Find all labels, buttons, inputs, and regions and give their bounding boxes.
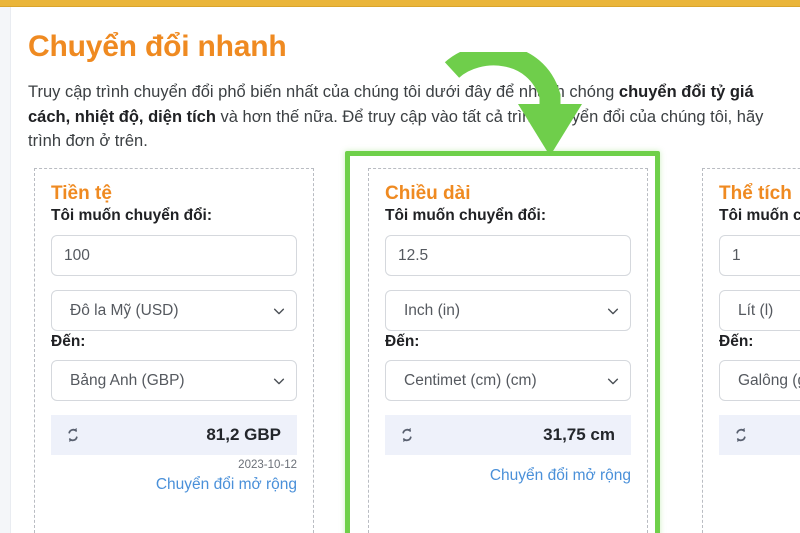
intro-text: Truy cập trình chuyển đổi phổ biến nhất … <box>28 83 619 101</box>
to-label: Đến: <box>385 333 420 350</box>
advanced-converter-link[interactable]: Chuyển đổi mở rộng <box>385 467 631 485</box>
from-unit-select[interactable]: Inch (in) <box>385 290 631 331</box>
to-unit-select[interactable]: Centimet (cm) (cm) <box>385 360 631 401</box>
to-unit-select[interactable]: Galông (gal) <box>719 360 800 401</box>
intro-paragraph: Truy cập trình chuyển đổi phổ biến nhất … <box>28 80 800 154</box>
page-content: Chuyển đổi nhanh Truy cập trình chuyển đ… <box>12 8 800 533</box>
to-unit-value: Centimet (cm) (cm) <box>385 360 631 401</box>
result-date: 2023-10-12 <box>238 459 297 471</box>
advanced-converter-link[interactable]: Chuyển đổi mở rộng <box>719 467 800 485</box>
card-title: Thể tích <box>719 183 792 204</box>
result-value: 81,2 GBP <box>206 425 281 444</box>
amount-input[interactable] <box>385 235 631 276</box>
amount-input[interactable] <box>719 235 800 276</box>
page-left-gutter <box>0 0 11 533</box>
swap-arrows-icon[interactable] <box>397 425 417 445</box>
advanced-converter-link[interactable]: Chuyển đổi mở rộng <box>51 476 297 494</box>
converter-card-volume: Thể tích Tôi muốn chuyển đổi: Lít (l) Đến: G… <box>702 168 800 533</box>
intro-line: cách, nhiệt độ, diện tích và hơn thế nữa… <box>28 105 800 130</box>
intro-emphasis: cách, nhiệt độ, diện tích <box>28 107 216 126</box>
chevron-down-icon <box>606 290 620 331</box>
swap-arrows-icon[interactable] <box>63 425 83 445</box>
from-unit-select[interactable]: Đô la Mỹ (USD) <box>51 290 297 331</box>
from-unit-value: Đô la Mỹ (USD) <box>51 290 297 331</box>
chevron-down-icon <box>272 360 286 401</box>
to-unit-value: Bảng Anh (GBP) <box>51 360 297 401</box>
to-unit-value: Galông (gal) <box>719 360 800 401</box>
to-label: Đến: <box>719 333 754 350</box>
site-top-accent-bar <box>0 0 800 7</box>
card-title: Chiều dài <box>385 183 471 204</box>
intro-emphasis: chuyển đổi tỷ giá <box>618 83 754 101</box>
result-row: 81,2 GBP <box>51 415 297 455</box>
to-label: Đến: <box>51 333 86 350</box>
intro-text: và hơn thế nữa. Để truy cập vào tất cả t… <box>215 107 764 126</box>
to-unit-select[interactable]: Bảng Anh (GBP) <box>51 360 297 401</box>
amount-input[interactable] <box>51 235 297 276</box>
converter-card-currency: Tiền tệ Tôi muốn chuyển đổi: Đô la Mỹ (USD… <box>34 168 314 533</box>
intro-text: trình đơn ở trên. <box>28 132 148 150</box>
swap-arrows-icon[interactable] <box>731 425 751 445</box>
from-label: Tôi muốn chuyển đổi: <box>719 207 800 224</box>
result-value: 31,75 cm <box>543 425 615 444</box>
intro-line: trình đơn ở trên. <box>28 129 800 154</box>
chevron-down-icon <box>272 290 286 331</box>
page-title: Chuyển đổi nhanh <box>28 30 287 63</box>
from-unit-select[interactable]: Lít (l) <box>719 290 800 331</box>
result-row: 31,75 cm <box>385 415 631 455</box>
intro-line: Truy cập trình chuyển đổi phổ biến nhất … <box>28 80 800 105</box>
chevron-down-icon <box>606 360 620 401</box>
from-label: Tôi muốn chuyển đổi: <box>385 207 547 224</box>
result-row <box>719 415 800 455</box>
converter-card-length: Chiều dài Tôi muốn chuyển đổi: Inch (in) Đế… <box>368 168 648 533</box>
card-title: Tiền tệ <box>51 183 112 204</box>
from-label: Tôi muốn chuyển đổi: <box>51 207 213 224</box>
from-unit-value: Lít (l) <box>719 290 800 331</box>
from-unit-value: Inch (in) <box>385 290 631 331</box>
